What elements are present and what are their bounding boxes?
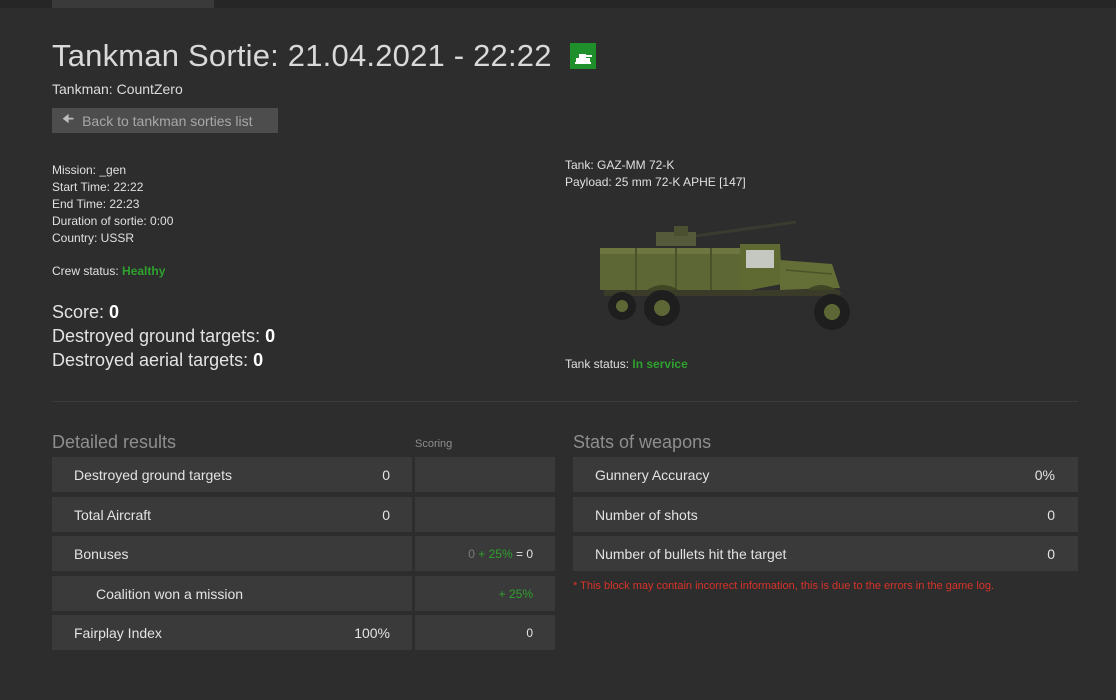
score-value: 0: [109, 302, 120, 322]
back-button-label: Back to tankman sorties list: [82, 112, 253, 129]
weapon-value: 0: [1047, 545, 1055, 562]
tank-status-label: Tank status:: [565, 357, 630, 371]
row-value: 100%: [354, 624, 390, 641]
end-time: End Time: 22:23: [52, 197, 140, 211]
detailed-results-title: Detailed results: [52, 432, 177, 452]
row-score: 0: [526, 625, 533, 640]
row-label-cell: Coalition won a mission: [52, 576, 412, 611]
weapon-label: Gunnery Accuracy: [595, 466, 710, 483]
weapons-warning-note: * This block may contain incorrect infor…: [573, 580, 995, 592]
back-to-sorties-button[interactable]: 🠈 Back to tankman sorties list: [52, 108, 278, 133]
table-row: Fairplay Index 100% 0: [52, 615, 555, 650]
aerial-targets-value: 0: [253, 350, 264, 370]
score-line: Score: 0: [52, 300, 275, 324]
row-label-cell: Destroyed ground targets 0: [52, 457, 412, 492]
country: Country: USSR: [52, 231, 135, 245]
page-title: Tankman Sortie: 21.04.2021 - 22:22: [52, 38, 552, 73]
tank-payload: Payload: 25 mm 72-K APHE [147]: [565, 175, 746, 189]
row-label-cell: Total Aircraft 0: [52, 497, 412, 532]
mission-info: Mission: _gen Start Time: 22:22 End Time…: [52, 162, 173, 247]
tab-active[interactable]: [52, 0, 214, 8]
crew-status-label: Crew status:: [52, 264, 119, 278]
tank-image: [596, 214, 858, 336]
row-score-cell: 0 + 25% = 0: [415, 536, 555, 571]
tank-status: Tank status: In service: [565, 357, 688, 371]
bonus-base: 0: [468, 546, 475, 561]
row-score-cell: + 25%: [415, 576, 555, 611]
row-score-cell: [415, 497, 555, 532]
aerial-targets-label: Destroyed aerial targets:: [52, 350, 249, 370]
table-row: Bonuses 0 + 25% = 0: [52, 536, 555, 571]
bonus-percent: + 25%: [478, 546, 513, 561]
tank-flag-icon: [569, 43, 596, 69]
ground-targets-label: Destroyed ground targets:: [52, 326, 261, 346]
start-time: Start Time: 22:22: [52, 180, 144, 194]
ground-targets-value: 0: [265, 326, 276, 346]
row-label: Total Aircraft: [74, 506, 152, 523]
ground-targets-line: Destroyed ground targets: 0: [52, 324, 275, 348]
weapon-row-cell: Gunnery Accuracy 0%: [573, 457, 1078, 492]
row-label: Coalition won a mission: [96, 585, 244, 602]
row-value: 0: [382, 466, 390, 483]
weapon-value: 0: [1047, 506, 1055, 523]
divider: [52, 401, 1078, 402]
bonus-total: = 0: [515, 546, 533, 561]
row-score-cell: [415, 457, 555, 492]
tank-name: Tank: GAZ-MM 72-K: [565, 158, 675, 172]
row-label-cell: Fairplay Index 100%: [52, 615, 412, 650]
weapon-row: Gunnery Accuracy 0%: [573, 457, 1078, 492]
row-label-cell: Bonuses: [52, 536, 412, 571]
row-score: + 25%: [498, 586, 533, 601]
title-row: Tankman Sortie: 21.04.2021 - 22:22: [52, 38, 596, 74]
table-row: Total Aircraft 0: [52, 497, 555, 532]
crew-status-value: Healthy: [122, 264, 166, 278]
row-score-cell: 0: [415, 615, 555, 650]
top-tab-bar: [0, 0, 1116, 8]
tank-status-value: In service: [632, 357, 688, 371]
weapons-stats-title: Stats of weapons: [573, 432, 712, 452]
weapon-label: Number of bullets hit the target: [595, 545, 787, 562]
score-summary: Score: 0 Destroyed ground targets: 0 Des…: [52, 300, 275, 372]
weapon-row: Number of shots 0: [573, 497, 1078, 532]
tank-info: Tank: GAZ-MM 72-K Payload: 25 mm 72-K AP…: [565, 157, 746, 191]
row-label: Fairplay Index: [74, 624, 162, 641]
row-label: Destroyed ground targets: [74, 466, 232, 483]
score-label: Score:: [52, 302, 105, 322]
weapon-row-cell: Number of bullets hit the target 0: [573, 536, 1078, 571]
weapon-row: Number of bullets hit the target 0: [573, 536, 1078, 571]
mission-name: Mission: _gen: [52, 163, 127, 177]
tab-secondary[interactable]: [214, 0, 344, 8]
crew-status: Crew status: Healthy: [52, 264, 165, 278]
tankman-name: Tankman: CountZero: [52, 81, 183, 97]
scoring-column-label: Scoring: [415, 438, 453, 450]
aerial-targets-line: Destroyed aerial targets: 0: [52, 348, 275, 372]
weapon-label: Number of shots: [595, 506, 698, 523]
row-value: 0: [382, 506, 390, 523]
table-row: Destroyed ground targets 0: [52, 457, 555, 492]
row-label: Bonuses: [74, 545, 129, 562]
weapon-row-cell: Number of shots 0: [573, 497, 1078, 532]
table-row: Coalition won a mission + 25%: [52, 576, 555, 611]
weapon-value: 0%: [1034, 466, 1055, 483]
arrow-left-icon: 🠈: [62, 110, 75, 126]
sortie-duration: Duration of sortie: 0:00: [52, 214, 174, 228]
